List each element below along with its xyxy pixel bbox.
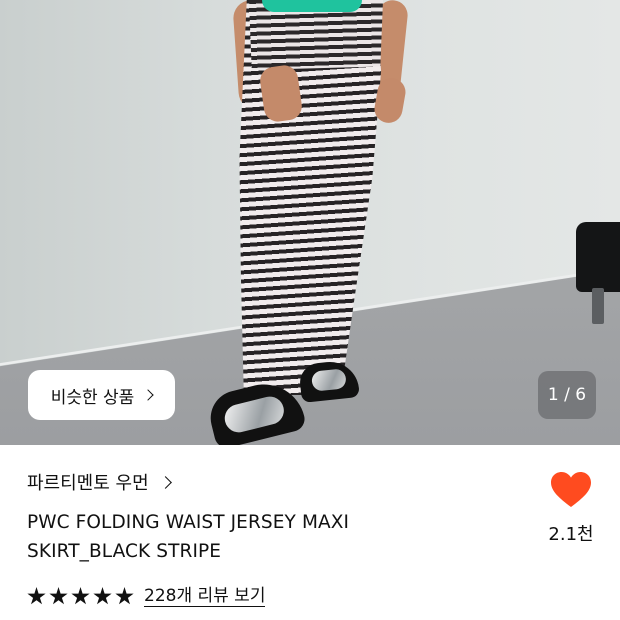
- product-image-carousel[interactable]: 비슷한 상품 1 / 6: [0, 0, 620, 445]
- photo-top: [262, 0, 362, 12]
- like-button[interactable]: 2.1천: [545, 472, 597, 546]
- chevron-right-icon: [142, 389, 154, 401]
- product-title-line-2: SKIRT_BLACK STRIPE: [27, 541, 222, 562]
- star-icon: [71, 587, 90, 605]
- star-icon: [115, 587, 134, 605]
- star-icon: [93, 587, 112, 605]
- rating-row: 228개 리뷰 보기: [27, 586, 266, 607]
- image-pager-indicator: 1 / 6: [538, 371, 596, 419]
- brand-name: 파르티멘토 우먼: [27, 473, 149, 494]
- heart-icon: [551, 472, 591, 507]
- view-reviews-link[interactable]: 228개 리뷰 보기: [144, 586, 266, 607]
- star-icon: [49, 587, 68, 605]
- star-rating: [27, 587, 134, 606]
- similar-products-button[interactable]: 비슷한 상품: [28, 370, 175, 420]
- star-icon: [27, 587, 46, 605]
- photo-bag-stand: [592, 288, 604, 324]
- similar-products-label: 비슷한 상품: [50, 387, 135, 408]
- brand-link[interactable]: 파르티멘토 우먼: [27, 469, 172, 495]
- chevron-right-icon: [158, 475, 172, 489]
- like-count: 2.1천: [548, 524, 594, 545]
- product-title: PWC FOLDING WAIST JERSEY MAXI SKIRT_BLAC…: [27, 508, 507, 566]
- product-title-line-1: PWC FOLDING WAIST JERSEY MAXI: [27, 512, 350, 533]
- photo-bag: [576, 222, 620, 292]
